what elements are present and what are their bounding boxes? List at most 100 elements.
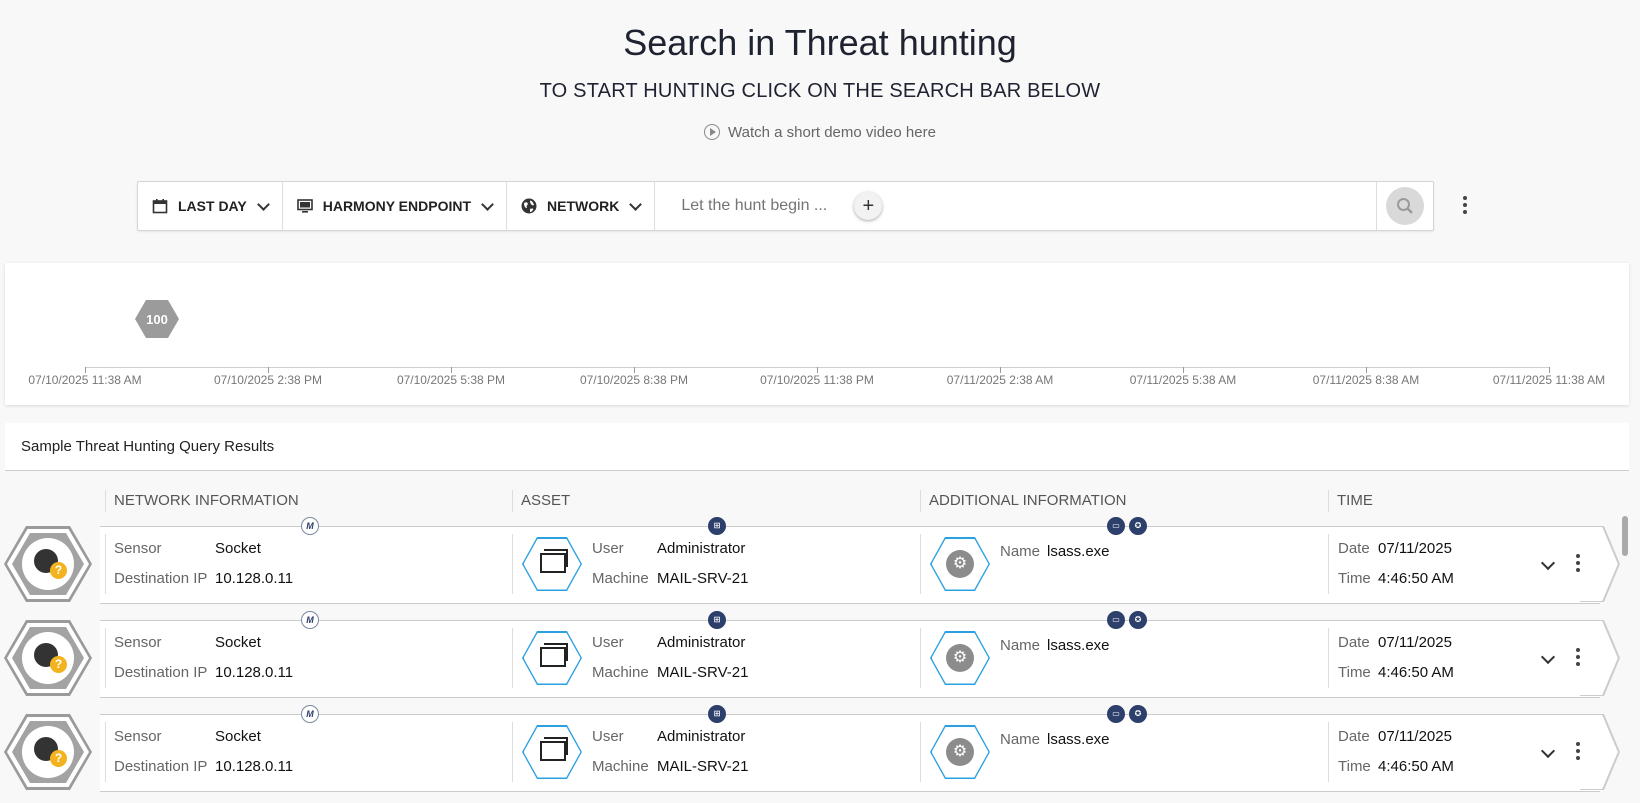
cell-divider <box>512 534 513 594</box>
timeline-tick-label: 07/10/2025 11:38 PM <box>760 373 874 387</box>
globe-icon <box>521 198 537 214</box>
network-badge-icon: M <box>301 705 319 723</box>
time-value: 4:46:50 AM <box>1378 664 1454 681</box>
cell-divider <box>1328 722 1329 782</box>
time-range-filter[interactable]: LAST DAY <box>138 182 283 230</box>
date-label: Date <box>1338 540 1370 557</box>
monitor-badge-icon: ▭ <box>1107 517 1125 535</box>
sensor-label: Sensor <box>114 634 162 651</box>
chevron-down-icon <box>256 197 270 211</box>
gear-icon: ⚙ <box>946 644 974 672</box>
time-value: 4:46:50 AM <box>1378 570 1454 587</box>
search-input[interactable] <box>679 196 849 216</box>
cell-divider <box>920 722 921 782</box>
time-label: Time <box>1338 570 1371 587</box>
page-subtitle: TO START HUNTING CLICK ON THE SEARCH BAR… <box>539 80 1101 102</box>
event-count-badge[interactable]: 100 <box>135 300 179 338</box>
data-type-filter[interactable]: NETWORK <box>507 182 656 230</box>
machine-label: Machine <box>592 664 649 681</box>
row-endcap <box>1580 714 1620 790</box>
sensor-label: Sensor <box>114 540 162 557</box>
name-label: Name <box>1000 731 1041 748</box>
column-asset: ASSET <box>521 492 571 509</box>
certificate-badge-icon: ✪ <box>1129 705 1147 723</box>
windows-icon: ⊞ <box>708 611 726 629</box>
add-filter-button[interactable]: + <box>854 192 883 220</box>
date-value: 07/11/2025 <box>1378 634 1452 651</box>
machine-value[interactable]: MAIL-SRV-21 <box>657 570 748 587</box>
user-label: User <box>592 728 624 745</box>
demo-video-link[interactable]: Watch a short demo video here <box>0 124 1640 141</box>
cell-divider <box>920 534 921 594</box>
windows-icon: ⊞ <box>708 517 726 535</box>
user-value[interactable]: Administrator <box>657 540 745 557</box>
row-endcap <box>1580 526 1620 602</box>
time-label: Time <box>1338 664 1371 681</box>
name-value[interactable]: lsass.exe <box>1047 543 1110 560</box>
calendar-icon <box>152 199 168 214</box>
monitor-badge-icon: ▭ <box>1107 705 1125 723</box>
row-more-options-icon[interactable] <box>1575 648 1581 669</box>
cell-divider <box>1328 534 1329 594</box>
results-title: Sample Threat Hunting Query Results <box>5 423 1629 471</box>
timeline-tick-label: 07/10/2025 2:38 PM <box>213 373 323 387</box>
monitor-badge-icon: ▭ <box>1107 611 1125 629</box>
timeline-tick-label: 07/11/2025 8:38 AM <box>1312 373 1420 387</box>
row-more-options-icon[interactable] <box>1575 554 1581 575</box>
page-title: Search in Threat hunting <box>623 22 1017 63</box>
time-range-label: LAST DAY <box>178 198 247 214</box>
cell-divider <box>920 628 921 688</box>
timeline-tick-label: 07/10/2025 8:38 PM <box>579 373 689 387</box>
date-value: 07/11/2025 <box>1378 540 1452 557</box>
date-label: Date <box>1338 728 1370 745</box>
cell-divider <box>105 722 106 782</box>
destination-ip-label: Destination IP <box>114 570 208 587</box>
column-additional-information: ADDITIONAL INFORMATION <box>929 492 1127 509</box>
scrollbar[interactable] <box>1622 516 1628 556</box>
column-network-information: NETWORK INFORMATION <box>114 492 299 509</box>
destination-ip-value[interactable]: 10.128.0.11 <box>215 758 293 775</box>
user-value[interactable]: Administrator <box>657 728 745 745</box>
name-value[interactable]: lsass.exe <box>1047 637 1110 654</box>
product-filter[interactable]: HARMONY ENDPOINT <box>283 182 508 230</box>
row-more-options-icon[interactable] <box>1575 742 1581 763</box>
result-row[interactable]: ? M Sensor Socket Destination IP 10.128.… <box>0 517 1620 604</box>
search-button-circle <box>1386 187 1424 225</box>
machine-value[interactable]: MAIL-SRV-21 <box>657 758 748 775</box>
cell-divider <box>105 534 106 594</box>
sensor-value[interactable]: Socket <box>215 728 261 745</box>
sensor-value[interactable]: Socket <box>215 634 261 651</box>
user-label: User <box>592 540 624 557</box>
result-row[interactable]: ? M Sensor Socket Destination IP 10.128.… <box>0 611 1620 698</box>
product-label: HARMONY ENDPOINT <box>322 198 472 214</box>
destination-ip-value[interactable]: 10.128.0.11 <box>215 570 293 587</box>
destination-ip-value[interactable]: 10.128.0.11 <box>215 664 293 681</box>
date-label: Date <box>1338 634 1370 651</box>
timeline-tick-label: 07/11/2025 2:38 AM <box>946 373 1054 387</box>
sensor-value[interactable]: Socket <box>215 540 261 557</box>
user-value[interactable]: Administrator <box>657 634 745 651</box>
cell-divider <box>512 722 513 782</box>
network-badge-icon: M <box>301 611 319 629</box>
cell-divider <box>512 628 513 688</box>
name-label: Name <box>1000 637 1041 654</box>
network-event-icon: ? <box>4 620 92 696</box>
search-bar: LAST DAY HARMONY ENDPOINT NETWORK + <box>137 181 1434 231</box>
machine-label: Machine <box>592 758 649 775</box>
certificate-badge-icon: ✪ <box>1129 517 1147 535</box>
column-time: TIME <box>1337 492 1373 509</box>
column-divider <box>920 490 921 512</box>
network-badge-icon: M <box>301 517 319 535</box>
machine-value[interactable]: MAIL-SRV-21 <box>657 664 748 681</box>
timeline-tick-label: 07/11/2025 11:38 AM <box>1492 373 1606 387</box>
more-options-icon[interactable] <box>1460 196 1470 216</box>
play-icon <box>704 124 721 140</box>
demo-video-label: Watch a short demo video here <box>728 124 936 141</box>
name-value[interactable]: lsass.exe <box>1047 731 1110 748</box>
search-button[interactable] <box>1376 182 1433 230</box>
row-body <box>100 526 1600 604</box>
timeline-tick-label: 07/11/2025 5:38 AM <box>1129 373 1237 387</box>
result-row[interactable]: ? M Sensor Socket Destination IP 10.128.… <box>0 705 1620 792</box>
network-event-icon: ? <box>4 714 92 790</box>
chevron-down-icon <box>481 197 494 211</box>
